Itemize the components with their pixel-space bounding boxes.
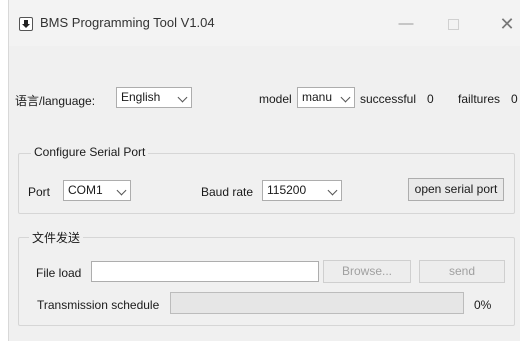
title-bar[interactable]: BMS Programming Tool V1.04 — ✕: [9, 0, 520, 46]
file-path-input[interactable]: [91, 261, 319, 282]
send-button[interactable]: send: [419, 260, 505, 283]
browse-button[interactable]: Browse...: [323, 260, 411, 283]
port-select-value: COM1: [68, 183, 103, 197]
progress-percent: 0%: [474, 298, 492, 312]
failures-count: 0: [511, 92, 518, 106]
baud-rate-select[interactable]: 115200: [262, 180, 342, 201]
open-serial-port-button[interactable]: open serial port: [408, 178, 504, 201]
model-select[interactable]: manu: [297, 87, 355, 108]
failures-label: failtures: [458, 92, 501, 106]
close-button[interactable]: ✕: [487, 10, 520, 38]
chevron-down-icon: [340, 92, 351, 103]
file-send-group-title: 文件发送: [29, 229, 84, 246]
successful-label: successful: [360, 92, 417, 106]
serial-port-group-title: Configure Serial Port: [31, 145, 149, 159]
baud-rate-select-value: 115200: [267, 183, 307, 197]
minimize-button[interactable]: —: [386, 10, 426, 38]
maximize-button[interactable]: [433, 10, 473, 38]
language-label: 语言/language:: [15, 94, 96, 108]
baud-rate-label: Baud rate: [201, 185, 254, 199]
port-select[interactable]: COM1: [63, 180, 131, 201]
transmission-schedule-label: Transmission schedule: [37, 298, 160, 312]
model-select-value: manu: [302, 90, 333, 104]
download-arrow-icon: [19, 17, 33, 31]
transmission-progress-bar: [170, 292, 464, 314]
desktop-edge: [0, 0, 8, 341]
language-select-value: English: [121, 90, 161, 104]
chevron-down-icon: [327, 185, 338, 196]
maximize-icon: [447, 18, 459, 30]
successful-count: 0: [427, 92, 434, 106]
chevron-down-icon: [177, 92, 188, 103]
window-title: BMS Programming Tool V1.04: [40, 15, 215, 30]
app-window: BMS Programming Tool V1.04 — ✕ 语言/langua…: [8, 0, 520, 341]
chevron-down-icon: [116, 185, 127, 196]
port-label: Port: [28, 185, 51, 199]
file-load-label: File load: [36, 266, 82, 280]
language-select[interactable]: English: [116, 87, 192, 108]
model-label: model: [259, 92, 292, 106]
